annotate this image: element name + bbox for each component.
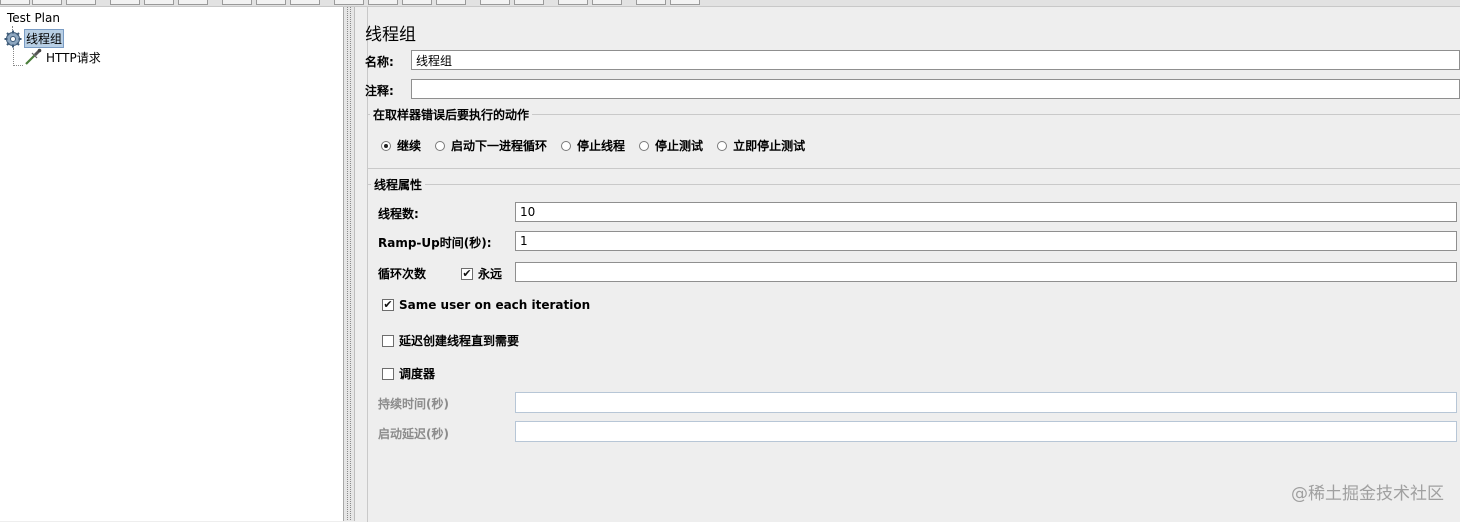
radio-stop-thread[interactable]: 停止线程: [561, 137, 625, 154]
radio-stop-test-now[interactable]: 立即停止测试: [717, 137, 805, 154]
splitter-grip: [350, 7, 351, 521]
error-action-radio-group: 继续 启动下一进程循环 停止线程 停止测试 立即停止测试: [381, 137, 819, 154]
tree-connector: [13, 48, 14, 66]
radio-stop-test[interactable]: 停止测试: [639, 137, 703, 154]
radio-label: 立即停止测试: [733, 139, 806, 153]
checkbox-label: 延迟创建线程直到需要: [399, 334, 520, 348]
tree-item-label: Test Plan: [7, 11, 60, 25]
radio-dot: [717, 140, 728, 151]
radio-label: 停止线程: [577, 139, 626, 153]
radio-label: 停止测试: [655, 139, 704, 153]
rampup-label: Ramp-Up时间(秒):: [378, 236, 492, 250]
comment-field[interactable]: [411, 79, 1460, 99]
toolbar-button[interactable]: [592, 0, 622, 5]
duration-label: 持续时间(秒): [378, 397, 449, 411]
toolbar-button[interactable]: [0, 0, 30, 5]
toolbar-button[interactable]: [222, 0, 252, 5]
toolbar-button[interactable]: [144, 0, 174, 5]
delay-thread-creation-checkbox[interactable]: 延迟创建线程直到需要: [382, 332, 519, 349]
tree-item-label: 线程组: [24, 29, 65, 48]
watermark: @稀土掘金技术社区: [1291, 484, 1444, 504]
forever-checkbox[interactable]: ✔ 永远: [461, 265, 502, 282]
thread-group-panel: 线程组 名称: 注释: 在取样器错误后要执行的动作 继续 启动下一进程循环 停止…: [355, 7, 1460, 522]
threads-label: 线程数:: [378, 207, 419, 221]
tree-item-thread-group[interactable]: 线程组: [4, 29, 65, 48]
name-label: 名称:: [365, 55, 394, 69]
toolbar-button[interactable]: [290, 0, 320, 5]
toolbar-button[interactable]: [32, 0, 62, 5]
gear-icon: [4, 30, 22, 48]
toolbar-button[interactable]: [402, 0, 432, 5]
same-user-checkbox[interactable]: ✔ Same user on each iteration: [382, 298, 590, 312]
checkbox-label: 调度器: [399, 367, 436, 381]
toolbar-button[interactable]: [670, 0, 700, 5]
radio-dot: [561, 140, 572, 151]
toolbar-button[interactable]: [636, 0, 666, 5]
toolbar-button[interactable]: [368, 0, 398, 5]
toolbar-button[interactable]: [514, 0, 544, 5]
toolbar-button[interactable]: [334, 0, 364, 5]
radio-start-next-loop[interactable]: 启动下一进程循环: [435, 137, 547, 154]
name-field[interactable]: [411, 50, 1460, 70]
checkbox-label: 永远: [478, 267, 503, 281]
duration-field[interactable]: [515, 392, 1457, 413]
toolbar-button[interactable]: [558, 0, 588, 5]
toolbar-button[interactable]: [256, 0, 286, 5]
tree-item-test-plan[interactable]: Test Plan: [7, 11, 60, 25]
toolbar-button[interactable]: [436, 0, 466, 5]
radio-label: 启动下一进程循环: [451, 139, 548, 153]
checkbox-box: ✔: [461, 266, 473, 280]
radio-dot: [435, 140, 446, 151]
splitter-grip: [347, 7, 348, 521]
toolbar-button[interactable]: [110, 0, 140, 5]
comment-label: 注释:: [365, 84, 394, 98]
tree-item-http-request[interactable]: HTTP请求: [24, 48, 101, 66]
pipette-icon: [24, 48, 42, 66]
radio-dot: [381, 140, 391, 151]
loop-count-label: 循环次数: [378, 267, 427, 281]
test-plan-tree: Test Plan 线程组 HTTP请求: [0, 7, 344, 521]
checkbox-box: [382, 334, 394, 347]
checkbox-box: ✔: [382, 298, 394, 311]
scheduler-checkbox[interactable]: 调度器: [382, 365, 435, 382]
tree-item-label: HTTP请求: [46, 50, 101, 65]
checkbox-label: Same user on each iteration: [399, 298, 591, 312]
toolbar: [0, 0, 1460, 7]
loop-count-field[interactable]: [515, 262, 1457, 282]
error-action-group-title: 在取样器错误后要执行的动作: [370, 106, 533, 123]
startup-delay-field[interactable]: [515, 421, 1457, 442]
toolbar-button[interactable]: [480, 0, 510, 5]
toolbar-button[interactable]: [66, 0, 96, 5]
radio-label: 继续: [397, 139, 422, 153]
radio-dot: [639, 140, 650, 151]
checkbox-box: [382, 367, 394, 380]
panel-title: 线程组: [365, 25, 416, 45]
pane-splitter[interactable]: [344, 7, 355, 521]
threads-field[interactable]: [515, 202, 1457, 222]
thread-properties-group-title: 线程属性: [371, 176, 426, 193]
startup-delay-label: 启动延迟(秒): [378, 427, 449, 441]
radio-continue[interactable]: 继续: [381, 137, 421, 154]
toolbar-button[interactable]: [178, 0, 208, 5]
tree-connector: [13, 65, 23, 66]
rampup-field[interactable]: [515, 231, 1457, 251]
